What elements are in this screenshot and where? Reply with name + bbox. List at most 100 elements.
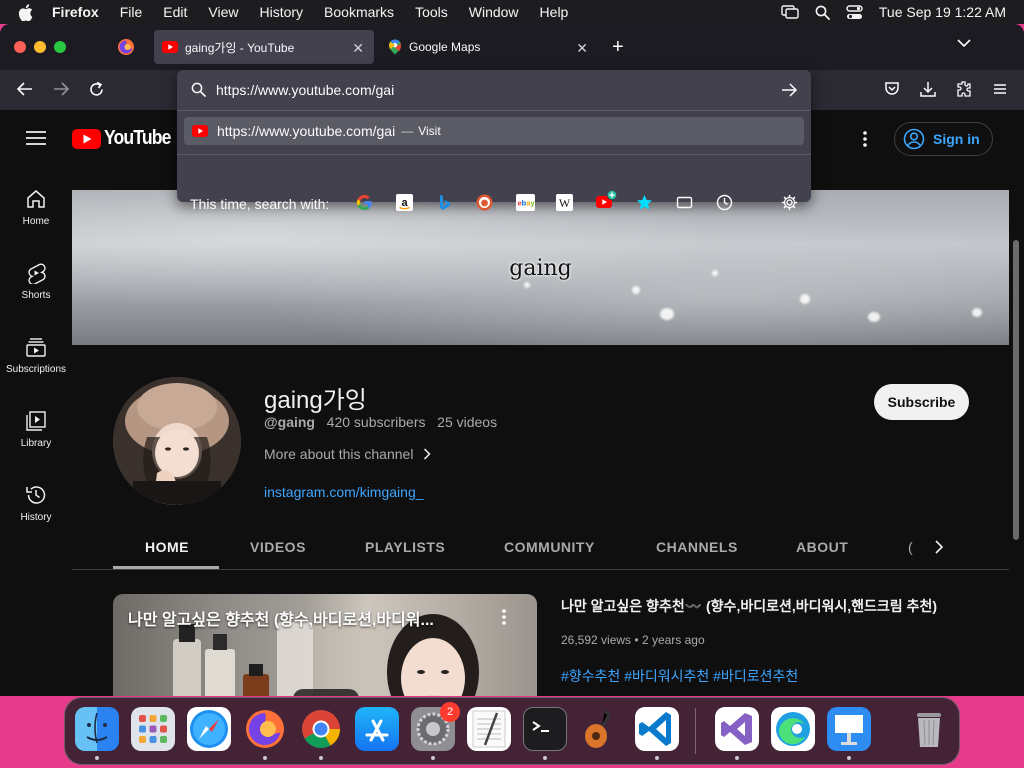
firefox-icon[interactable]: [243, 707, 287, 751]
duckduckgo-search-icon[interactable]: [476, 194, 494, 212]
running-indicator: [431, 756, 435, 760]
menu-file[interactable]: File: [120, 4, 143, 20]
channel-banner: gaing: [72, 190, 1009, 345]
tab-videos[interactable]: VIDEOS: [250, 539, 306, 555]
textedit-icon[interactable]: [467, 707, 511, 751]
youtube-logo[interactable]: YouTube: [72, 127, 180, 150]
tab-close-icon[interactable]: ✕: [352, 40, 364, 57]
tab-youtube[interactable]: gaing가잉 - YouTube ✕: [154, 30, 374, 64]
firefox-view-icon[interactable]: [117, 38, 135, 56]
menu-edit[interactable]: Edit: [163, 4, 187, 20]
pocket-icon[interactable]: [884, 81, 900, 97]
tab-channels[interactable]: CHANNELS: [656, 539, 738, 555]
url-input-row[interactable]: https://www.youtube.com/gai: [177, 70, 811, 110]
finder-icon[interactable]: [75, 707, 119, 751]
bookmarks-star-icon[interactable]: [636, 194, 654, 212]
history-clock-icon[interactable]: [716, 194, 734, 212]
sidebar-item-subscriptions[interactable]: Subscriptions: [0, 336, 72, 375]
reload-icon[interactable]: [88, 81, 105, 98]
subscribe-button[interactable]: Subscribe: [874, 384, 969, 420]
bing-search-icon[interactable]: [436, 194, 454, 212]
play-button-icon[interactable]: [293, 689, 359, 696]
hamburger-menu-icon[interactable]: [992, 81, 1008, 97]
more-vertical-icon[interactable]: [501, 608, 507, 626]
add-youtube-search-icon[interactable]: [596, 190, 618, 208]
menu-help[interactable]: Help: [540, 4, 569, 20]
sidebar-item-label: Library: [20, 438, 52, 449]
more-vertical-icon[interactable]: [862, 130, 868, 148]
new-tab-icon[interactable]: +: [612, 36, 624, 59]
page-scrollbar[interactable]: [1013, 240, 1019, 540]
forward-arrow-icon[interactable]: [52, 81, 70, 97]
svg-text:a: a: [401, 197, 408, 209]
menubar-clock[interactable]: Tue Sep 19 1:22 AM: [879, 4, 1006, 20]
sidebar-item-label: Home: [22, 216, 50, 227]
svg-text:W: W: [559, 196, 571, 210]
running-indicator: [655, 756, 659, 760]
tabs-icon[interactable]: [676, 194, 694, 212]
featured-video-title[interactable]: 나만 알고싶은 향추천〰️ (향수,바디로션,바디워시,핸드크림 추천): [561, 596, 937, 616]
tab-close-icon[interactable]: ✕: [576, 40, 588, 57]
tab-google-maps[interactable]: Google Maps ✕: [380, 30, 598, 64]
tab-home[interactable]: HOME: [145, 539, 189, 555]
window-close-button[interactable]: [14, 41, 26, 53]
firefox-window: gaing가잉 - YouTube ✕ Google Maps ✕ + http…: [0, 24, 1024, 696]
menu-history[interactable]: History: [259, 4, 303, 20]
featured-video-hashtags[interactable]: #향수추천 #바디워시추천 #바디로션추천: [561, 666, 798, 686]
launchpad-icon[interactable]: [131, 707, 175, 751]
wikipedia-search-icon[interactable]: W: [556, 194, 574, 212]
menu-bookmarks[interactable]: Bookmarks: [324, 4, 394, 20]
ebay-search-icon[interactable]: ebay: [516, 194, 535, 212]
running-indicator: [263, 756, 267, 760]
library-icon: [26, 411, 46, 431]
url-suggestion-row[interactable]: https://www.youtube.com/gai — Visit: [184, 117, 804, 145]
extensions-icon[interactable]: [956, 81, 972, 97]
youtube-logo-text: YouTube: [104, 127, 171, 149]
control-center-icon[interactable]: [846, 4, 863, 20]
spotlight-search-icon[interactable]: [815, 5, 830, 20]
tab-about[interactable]: ABOUT: [796, 539, 848, 555]
sidebar-item-history[interactable]: History: [0, 484, 72, 523]
tab-search-partial[interactable]: (: [908, 539, 913, 555]
video-count: 25 videos: [437, 414, 498, 430]
tab-community[interactable]: COMMUNITY: [504, 539, 595, 555]
chevron-right-icon[interactable]: [934, 540, 944, 554]
vscode-icon[interactable]: [635, 707, 679, 751]
google-search-icon[interactable]: [356, 194, 374, 212]
sign-in-button[interactable]: Sign in: [894, 122, 993, 156]
more-about-channel-link[interactable]: More about this channel: [264, 446, 431, 462]
search-settings-gear-icon[interactable]: [781, 194, 799, 212]
back-arrow-icon[interactable]: [16, 81, 34, 97]
garageband-icon[interactable]: [579, 707, 623, 751]
menu-tools[interactable]: Tools: [415, 4, 448, 20]
amazon-search-icon[interactable]: a: [396, 194, 414, 212]
guide-menu-icon[interactable]: [26, 130, 46, 146]
keynote-icon[interactable]: [827, 707, 871, 751]
featured-video-meta: 26,592 views • 2 years ago: [561, 633, 705, 647]
trash-icon[interactable]: [907, 707, 951, 751]
url-input[interactable]: https://www.youtube.com/gai: [216, 82, 394, 98]
safari-icon[interactable]: [187, 707, 231, 751]
sidebar-item-home[interactable]: Home: [0, 188, 72, 227]
window-zoom-button[interactable]: [54, 41, 66, 53]
tab-playlists[interactable]: PLAYLISTS: [365, 539, 445, 555]
featured-video-thumbnail[interactable]: 나만 알고싶은 향추천 (향수,바디로션,바디워...: [113, 594, 537, 696]
menu-window[interactable]: Window: [469, 4, 519, 20]
channel-avatar: [113, 377, 241, 505]
channel-external-link[interactable]: instagram.com/kimgaing_: [264, 484, 424, 500]
edge-icon[interactable]: [771, 707, 815, 751]
menu-view[interactable]: View: [208, 4, 238, 20]
chrome-icon[interactable]: [299, 707, 343, 751]
sidebar-item-shorts[interactable]: Shorts: [0, 262, 72, 301]
menu-app-name[interactable]: Firefox: [52, 4, 99, 20]
terminal-icon[interactable]: [523, 707, 567, 751]
window-minimize-button[interactable]: [34, 41, 46, 53]
visual-studio-icon[interactable]: [715, 707, 759, 751]
go-arrow-icon[interactable]: [781, 83, 798, 97]
sidebar-item-library[interactable]: Library: [0, 410, 72, 449]
apple-icon[interactable]: [18, 3, 36, 21]
downloads-icon[interactable]: [920, 81, 936, 97]
app-store-icon[interactable]: [355, 707, 399, 751]
chevron-down-icon[interactable]: [956, 38, 972, 48]
screen-mirroring-icon[interactable]: [781, 5, 799, 19]
